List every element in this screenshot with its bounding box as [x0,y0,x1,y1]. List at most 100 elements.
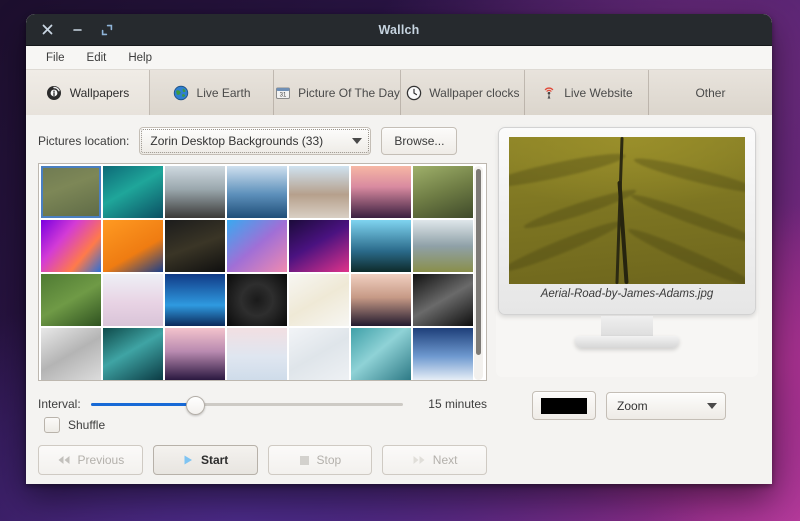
thumbnail-teal-streaks[interactable] [351,328,411,380]
monitor-base [575,336,679,348]
color-swatch [541,397,587,414]
thumbnail-blue-crystal[interactable] [165,274,225,326]
thumbnail-blue-pink-wave[interactable] [227,220,287,272]
tab-bar: Wallpapers Live Earth 31 Picture Of The … [26,70,772,117]
tab-other[interactable]: Other [648,70,772,116]
next-button[interactable]: Next [382,445,487,475]
thumbnail-grid[interactable] [39,164,473,380]
thumbnail-yellow-splatter[interactable] [289,274,349,326]
slider-handle[interactable] [185,396,205,415]
button-label: Start [200,453,229,467]
start-button[interactable]: Start [152,445,258,475]
thumbnail-aerial-road[interactable] [41,166,101,218]
thumbnail-silk-white[interactable] [289,328,349,380]
shuffle-row[interactable]: Shuffle [44,417,105,433]
preview-filename: Aerial-Road-by-James-Adams.jpg [540,288,714,300]
menu-item-help[interactable]: Help [119,50,161,66]
wallch-window: Wallch File Edit Help Wallpapers Live Ea… [26,14,772,484]
pictures-location-label: Pictures location: [38,134,130,148]
tab-label: Other [695,86,726,100]
browse-button[interactable]: Browse... [381,127,458,155]
broadcast-icon [540,85,557,102]
calendar-icon: 31 [274,85,291,102]
menu-item-file[interactable]: File [37,50,74,66]
interval-value: 15 minutes [428,397,487,411]
thumbnail-grey-fabric[interactable] [413,274,473,326]
tab-live-earth[interactable]: Live Earth [150,70,275,116]
pictures-location-row: Pictures location: Zorin Desktop Backgro… [38,127,458,155]
tab-content-wallpapers: Pictures location: Zorin Desktop Backgro… [26,115,772,484]
thumbnail-snow-peak[interactable] [413,328,473,380]
preview-panel: Aerial-Road-by-James-Adams.jpg [496,127,758,377]
thumbnail-desert-buttes[interactable] [289,166,349,218]
thumbnail-palm-sky[interactable] [351,220,411,272]
tab-label: Wallpapers [69,86,130,100]
tab-picture-of-the-day[interactable]: 31 Picture Of The Day [274,70,401,116]
tab-wallpapers[interactable]: Wallpapers [26,70,151,116]
wallpaper-preview-image [509,137,745,284]
menu-item-edit[interactable]: Edit [78,50,116,66]
monitor-neck [601,316,653,338]
thumbnail-desert-dusk[interactable] [351,274,411,326]
slider-fill [90,403,194,406]
interval-slider[interactable] [90,395,403,415]
thumbnail-dark-feather[interactable] [165,220,225,272]
tab-label: Wallpaper clocks [429,86,520,100]
interval-row: Interval: 15 minutes [38,393,487,415]
wallpapers-icon [46,85,63,102]
previous-button[interactable]: Previous [38,445,143,475]
thumbnail-violet-wave[interactable] [289,220,349,272]
thumbnail-black-vortex[interactable] [227,274,287,326]
button-label: Stop [316,453,342,467]
pictures-location-select[interactable]: Zorin Desktop Backgrounds (33) [139,127,372,155]
window-title: Wallch [378,22,420,37]
close-icon[interactable] [32,17,62,43]
next-icon [412,455,426,465]
monitor-mockup: Aerial-Road-by-James-Adams.jpg [498,127,756,315]
tab-label: Live Website [564,86,633,100]
preview-screen [509,137,745,284]
thumbnail-prism-abstract[interactable] [41,220,101,272]
thumbnail-ocean-horizon[interactable] [227,166,287,218]
shuffle-label: Shuffle [68,418,106,432]
grid-scrollbar[interactable] [474,166,483,380]
tab-label: Picture Of The Day [298,86,400,100]
thumbnail-grid-container [38,163,487,381]
button-label: Next [432,453,458,467]
thumbnail-white-mesh[interactable] [41,328,101,380]
thumbnail-beach-walk[interactable] [165,166,225,218]
button-label: Previous [77,453,125,467]
tab-live-website[interactable]: Live Website [524,70,649,116]
preview-controls: Zoom [532,391,726,420]
svg-text:31: 31 [279,93,286,99]
background-color-button[interactable] [532,391,596,420]
title-bar: Wallch [26,14,772,46]
minimize-icon[interactable] [62,17,92,43]
playback-controls: Previous Start Stop Next [38,445,487,475]
thumbnail-city-sunset[interactable] [351,166,411,218]
menu-bar: File Edit Help [26,46,772,70]
chevron-down-icon [707,402,717,409]
thumbnail-teal-wave[interactable] [103,166,163,218]
thumbnail-orange-droplets[interactable] [103,220,163,272]
thumbnail-green-leaf[interactable] [41,274,101,326]
clock-icon [405,85,422,102]
style-select[interactable]: Zoom [606,391,726,420]
thumbnail-lighthouse[interactable] [165,328,225,380]
stop-button[interactable]: Stop [267,445,373,475]
tab-wallpaper-clocks[interactable]: Wallpaper clocks [400,70,525,116]
thumbnail-mountain-lake[interactable] [413,220,473,272]
maximize-icon[interactable] [92,17,122,43]
interval-label: Interval: [38,397,81,411]
play-icon [182,454,194,466]
thumbnail-pastel-snow[interactable] [227,328,287,380]
grid-scrollbar-thumb[interactable] [476,169,481,355]
globe-icon [173,85,190,102]
shuffle-checkbox[interactable] [44,417,60,433]
prev-icon [57,455,71,465]
tab-label: Live Earth [196,86,251,100]
style-value: Zoom [617,398,648,413]
thumbnail-waterfall-cliff[interactable] [413,166,473,218]
thumbnail-pink-clouds[interactable] [103,274,163,326]
thumbnail-ice-cave[interactable] [103,328,163,380]
